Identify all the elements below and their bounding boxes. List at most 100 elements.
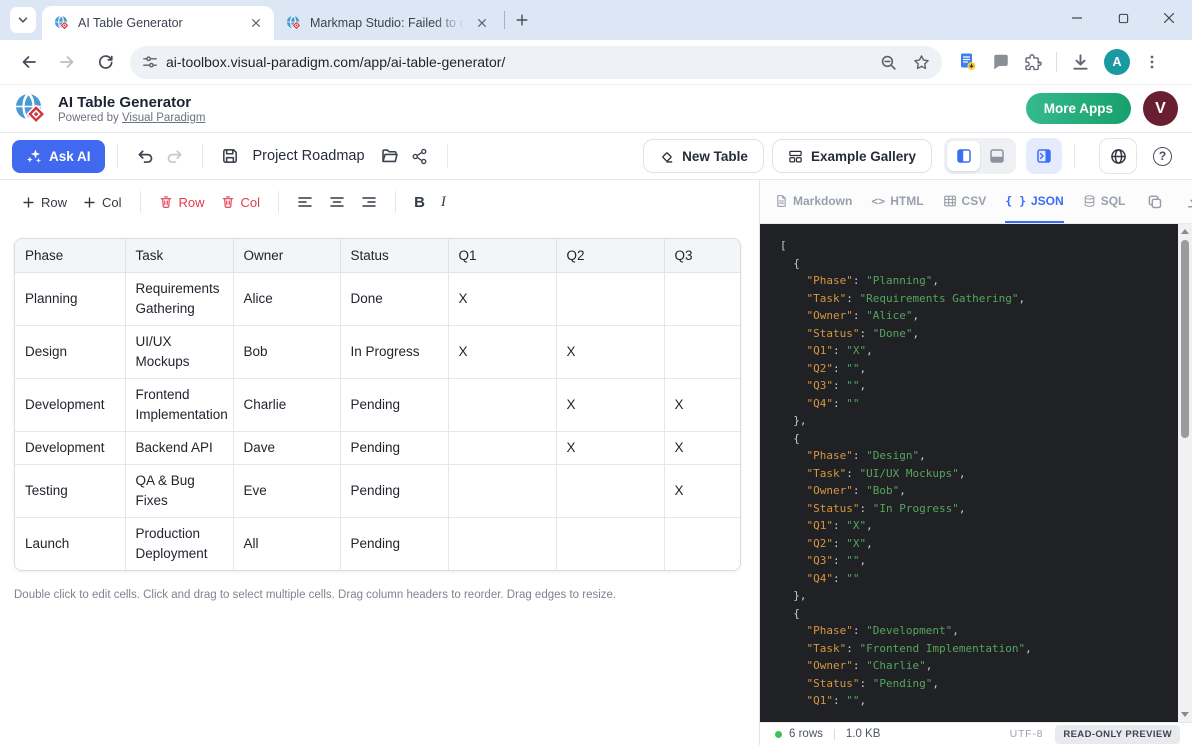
browser-tab-active[interactable]: AI Table Generator [42, 6, 274, 40]
table-cell[interactable]: Pending [340, 465, 448, 518]
table-cell[interactable]: Development [15, 379, 125, 432]
save-icon[interactable] [215, 141, 245, 171]
split-vertical-icon[interactable] [947, 141, 980, 171]
visual-paradigm-link[interactable]: Visual Paradigm [122, 112, 206, 124]
column-header[interactable]: Task [125, 239, 233, 273]
undo-icon[interactable] [130, 141, 160, 171]
italic-button[interactable]: I [433, 189, 454, 216]
add-row-button[interactable]: Row [14, 190, 75, 215]
table-cell[interactable] [664, 273, 741, 326]
table-cell[interactable] [556, 518, 664, 571]
new-table-button[interactable]: New Table [643, 139, 764, 173]
bookmark-star-icon[interactable] [913, 54, 930, 71]
download-icon[interactable] [1183, 191, 1192, 213]
table-cell[interactable]: Requirements Gathering [125, 273, 233, 326]
extensions-puzzle-icon[interactable] [1024, 53, 1042, 71]
table-cell[interactable]: Launch [15, 518, 125, 571]
address-input[interactable]: ai-toolbox.visual-paradigm.com/app/ai-ta… [130, 46, 942, 79]
table-cell[interactable]: Testing [15, 465, 125, 518]
toggle-right-panel-icon[interactable] [1026, 138, 1062, 174]
column-header[interactable]: Owner [233, 239, 340, 273]
new-tab-button[interactable] [509, 7, 535, 33]
document-title[interactable]: Project Roadmap [253, 148, 365, 164]
close-window-button[interactable] [1146, 0, 1192, 36]
table-cell[interactable]: Development [15, 432, 125, 465]
table-cell[interactable]: Design [15, 326, 125, 379]
table-cell[interactable]: X [664, 465, 741, 518]
help-icon[interactable]: ? [1153, 147, 1172, 166]
browser-tab-inactive[interactable]: Markmap Studio: Failed to open [274, 6, 500, 40]
add-col-button[interactable]: Col [75, 190, 130, 215]
table-cell[interactable]: X [556, 432, 664, 465]
table-cell[interactable]: Backend API [125, 432, 233, 465]
maximize-button[interactable] [1100, 0, 1146, 36]
ask-ai-button[interactable]: Ask AI [12, 140, 105, 173]
column-header[interactable]: Q3 [664, 239, 741, 273]
account-avatar[interactable]: V [1143, 91, 1178, 126]
tab-search-button[interactable] [10, 7, 36, 33]
align-left-icon[interactable] [289, 189, 321, 215]
language-globe-icon[interactable] [1099, 138, 1137, 174]
table-cell[interactable]: In Progress [340, 326, 448, 379]
table-cell[interactable] [664, 518, 741, 571]
delete-row-button[interactable]: Row [151, 190, 213, 215]
redo-icon[interactable] [160, 141, 190, 171]
table-cell[interactable]: Bob [233, 326, 340, 379]
close-tab-icon[interactable] [247, 15, 264, 32]
tab-markdown[interactable]: Markdown [775, 180, 852, 223]
back-icon[interactable] [13, 46, 45, 78]
table-cell[interactable]: Done [340, 273, 448, 326]
table-cell[interactable]: X [448, 273, 556, 326]
table-cell[interactable]: Dave [233, 432, 340, 465]
column-header[interactable]: Status [340, 239, 448, 273]
table-cell[interactable]: X [448, 326, 556, 379]
code-scrollbar[interactable] [1178, 224, 1192, 722]
table-cell[interactable]: X [556, 379, 664, 432]
table-cell[interactable]: X [664, 432, 741, 465]
table-cell[interactable]: Planning [15, 273, 125, 326]
tab-sql[interactable]: SQL [1083, 180, 1126, 223]
table-cell[interactable]: Pending [340, 379, 448, 432]
reload-icon[interactable] [89, 46, 121, 78]
example-gallery-button[interactable]: Example Gallery [772, 139, 932, 173]
share-icon[interactable] [405, 141, 435, 171]
zoom-out-icon[interactable] [880, 54, 897, 71]
split-horizontal-icon[interactable] [980, 141, 1013, 171]
docs-extension-icon[interactable] [958, 52, 978, 72]
copy-icon[interactable] [1144, 191, 1166, 213]
table-cell[interactable]: QA & Bug Fixes [125, 465, 233, 518]
scrollbar-thumb[interactable] [1181, 240, 1189, 438]
table-cell[interactable] [556, 273, 664, 326]
more-apps-button[interactable]: More Apps [1026, 93, 1131, 124]
column-header[interactable]: Q1 [448, 239, 556, 273]
table-cell[interactable]: Pending [340, 432, 448, 465]
delete-col-button[interactable]: Col [213, 190, 269, 215]
table-cell[interactable]: X [664, 379, 741, 432]
column-header[interactable]: Q2 [556, 239, 664, 273]
browser-profile-avatar[interactable]: A [1104, 49, 1130, 75]
table-cell[interactable] [556, 465, 664, 518]
feedback-bubble-icon[interactable] [992, 53, 1010, 71]
site-settings-icon[interactable] [142, 54, 158, 70]
table-cell[interactable]: All [233, 518, 340, 571]
table-cell[interactable]: Eve [233, 465, 340, 518]
scroll-up-arrow-icon[interactable] [1181, 229, 1189, 234]
close-tab-icon[interactable] [473, 15, 490, 32]
open-folder-icon[interactable] [375, 141, 405, 171]
bold-button[interactable]: B [406, 189, 433, 216]
browser-menu-kebab-icon[interactable] [1144, 54, 1160, 70]
forward-icon[interactable] [51, 46, 83, 78]
downloads-icon[interactable] [1071, 53, 1090, 72]
table-cell[interactable] [448, 518, 556, 571]
table-cell[interactable]: Frontend Implementation [125, 379, 233, 432]
table-cell[interactable]: Production Deployment [125, 518, 233, 571]
table-cell[interactable]: Charlie [233, 379, 340, 432]
table-cell[interactable]: UI/UX Mockups [125, 326, 233, 379]
table-cell[interactable] [448, 379, 556, 432]
table-cell[interactable] [448, 432, 556, 465]
minimize-button[interactable] [1054, 0, 1100, 36]
column-header[interactable]: Phase [15, 239, 125, 273]
table-cell[interactable]: Pending [340, 518, 448, 571]
tab-json[interactable]: { } JSON [1005, 180, 1063, 223]
align-center-icon[interactable] [321, 189, 353, 215]
